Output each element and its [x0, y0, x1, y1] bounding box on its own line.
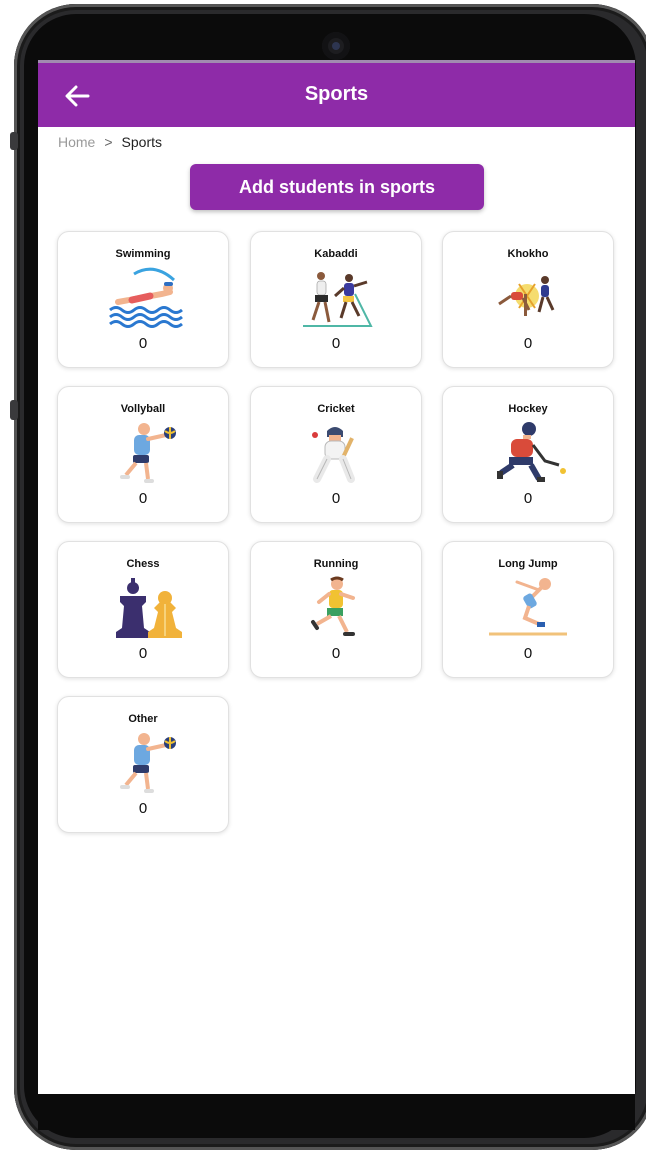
sport-count: 0 [331, 335, 341, 352]
breadcrumb-home[interactable]: Home [58, 134, 95, 150]
sport-card-cricket[interactable]: Cricket 0 [250, 386, 422, 523]
sport-card-chess[interactable]: Chess 0 [57, 541, 229, 678]
sport-name: Long Jump [498, 558, 558, 570]
sport-card-hockey[interactable]: Hockey 0 [442, 386, 614, 523]
sport-name: Running [313, 558, 359, 570]
phone-side-button [10, 400, 18, 420]
sport-card-kabaddi[interactable]: Kabaddi 0 [250, 231, 422, 368]
long-jumper-icon [489, 578, 567, 636]
sport-card-khokho[interactable]: Khokho 0 [442, 231, 614, 368]
sport-name: Swimming [115, 248, 171, 260]
sport-name: Hockey [508, 403, 548, 415]
cricket-batsman-icon [312, 427, 355, 483]
sport-card-other[interactable]: Other 0 [57, 696, 229, 833]
chess-pieces-icon [116, 578, 182, 638]
sport-count: 0 [523, 490, 533, 507]
hockey-player-icon [497, 422, 566, 482]
sport-count: 0 [331, 490, 341, 507]
volleyball-player-icon [120, 733, 176, 793]
page-title: Sports [304, 83, 369, 105]
sport-name: Chess [126, 558, 160, 570]
sport-count: 0 [331, 645, 341, 662]
sport-name: Khokho [507, 248, 549, 260]
front-camera [322, 32, 350, 60]
kabaddi-players-icon [303, 272, 373, 327]
runner-icon [311, 576, 355, 636]
khokho-players-icon [498, 276, 555, 316]
sport-card-running[interactable]: Running 0 [250, 541, 422, 678]
sport-name: Kabaddi [314, 248, 358, 260]
bottom-bezel [38, 1094, 635, 1130]
sport-count: 0 [138, 335, 148, 352]
sport-count: 0 [138, 490, 148, 507]
breadcrumb-separator: > [104, 134, 113, 150]
volleyball-player-icon [120, 423, 176, 483]
swimmer-icon [109, 267, 183, 328]
sport-card-long-jump[interactable]: Long Jump 0 [442, 541, 614, 678]
sport-count: 0 [138, 645, 148, 662]
sport-count: 0 [523, 335, 533, 352]
sport-count: 0 [138, 800, 148, 817]
sport-name: Vollyball [120, 403, 166, 415]
add-students-button[interactable]: Add students in sports [190, 164, 484, 210]
app-bar: Sports [38, 60, 635, 127]
phone-side-button [10, 132, 18, 150]
breadcrumb-current: Sports [121, 134, 163, 150]
sport-name: Other [128, 713, 158, 725]
app-screen: Sports Home > Sports Add students in sport… [38, 60, 635, 1094]
breadcrumb: Home > Sports [58, 134, 162, 150]
sport-count: 0 [523, 645, 533, 662]
sport-name: Cricket [317, 403, 355, 415]
sport-card-vollyball[interactable]: Vollyball 0 [57, 386, 229, 523]
sport-card-swimming[interactable]: Swimming 0 [57, 231, 229, 368]
